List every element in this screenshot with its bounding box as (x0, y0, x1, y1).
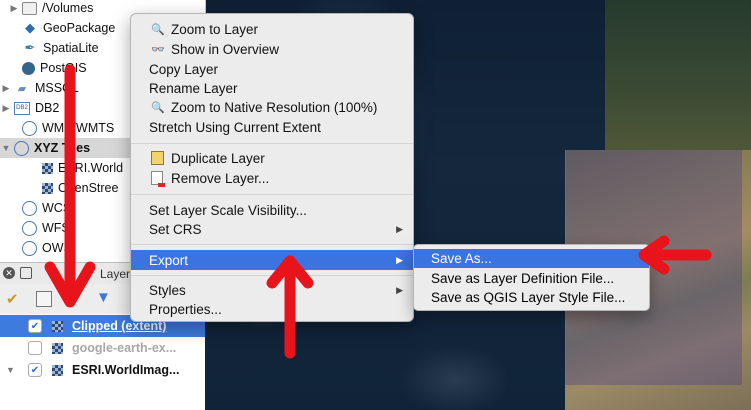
submenu-item-save-qgis-style[interactable]: Save as QGIS Layer Style File... (414, 288, 649, 307)
globe-icon (22, 120, 37, 136)
browser-item-label: SpatiaLite (43, 41, 99, 55)
layer-label: ESRI.WorldImag... (72, 363, 180, 377)
menu-item-label: Copy Layer (149, 61, 219, 77)
layer-row-esri-world-imagery[interactable]: ▼ ✔ ESRI.WorldImag... (0, 359, 205, 381)
db2-icon: DB2 (14, 101, 30, 115)
mssql-icon: ▰ (17, 82, 27, 95)
style-layer-icon[interactable]: ✔ (6, 290, 19, 308)
menu-item-copy-layer[interactable]: Copy Layer (131, 59, 413, 79)
red-arrow-left-icon (638, 235, 712, 275)
expand-arrow-icon[interactable]: ▶ (0, 83, 12, 94)
layer-visibility-checkbox[interactable]: ✔ (28, 363, 42, 377)
menu-item-label: Properties... (149, 301, 222, 317)
submenu-item-label: Save as QGIS Layer Style File... (431, 290, 626, 305)
submenu-item-save-layer-definition[interactable]: Save as Layer Definition File... (414, 269, 649, 288)
browser-item-spatialite[interactable]: ✒ SpatiaLite (8, 38, 99, 58)
expand-arrow-icon[interactable]: ▶ (8, 3, 20, 14)
red-arrow-up-icon (266, 255, 314, 359)
browser-item-label: /Volumes (42, 1, 94, 15)
menu-item-duplicate-layer[interactable]: Duplicate Layer (131, 148, 413, 168)
submenu-arrow-icon: ▶ (396, 254, 403, 265)
native-resolution-icon: 🔍 (151, 101, 165, 114)
menu-separator (131, 194, 413, 195)
globe-icon (22, 240, 37, 256)
submenu-arrow-icon: ▶ (396, 223, 403, 234)
red-arrow-down-icon (44, 64, 96, 308)
menu-item-zoom-native-resolution[interactable]: 🔍 Zoom to Native Resolution (100%) (131, 97, 413, 117)
menu-item-show-in-overview[interactable]: 👓 Show in Overview (131, 39, 413, 59)
close-panel-icon[interactable]: ✕ (3, 267, 15, 279)
folder-icon (22, 1, 37, 15)
globe-icon (14, 140, 29, 156)
collapse-arrow-icon[interactable]: ▼ (6, 365, 15, 375)
menu-separator (131, 244, 413, 245)
layer-row-google-earth[interactable]: google-earth-ex... (0, 337, 205, 359)
float-panel-icon[interactable] (20, 267, 32, 279)
remove-icon (151, 171, 165, 187)
menu-item-label: Show in Overview (171, 41, 280, 57)
menu-item-rename-layer[interactable]: Rename Layer (131, 78, 413, 98)
browser-item-volumes[interactable]: ▶ /Volumes (8, 0, 94, 18)
postgis-icon (22, 61, 35, 75)
menu-item-label: Rename Layer (149, 80, 238, 96)
tile-icon (52, 342, 63, 354)
submenu-arrow-icon: ▶ (396, 284, 403, 295)
menu-item-label: Export (149, 252, 189, 268)
menu-item-label: Zoom to Layer (171, 21, 259, 37)
menu-item-label: Remove Layer... (171, 170, 270, 186)
browser-item-geopackage[interactable]: ◆ GeoPackage (8, 18, 115, 38)
menu-item-label: Duplicate Layer (171, 150, 265, 166)
submenu-item-label: Save As... (431, 251, 492, 266)
menu-item-label: Stretch Using Current Extent (149, 119, 321, 135)
layers-list: ✔ Clipped (extent) google-earth-ex... ▼ … (0, 314, 205, 410)
tile-icon (52, 364, 63, 376)
menu-item-scale-visibility[interactable]: Set Layer Scale Visibility... (131, 200, 413, 220)
tile-icon (52, 320, 63, 332)
menu-item-stretch-current-extent[interactable]: Stretch Using Current Extent (131, 117, 413, 137)
menu-item-remove-layer[interactable]: Remove Layer... (131, 168, 413, 188)
menu-separator (131, 143, 413, 144)
menu-item-label: Set Layer Scale Visibility... (149, 202, 307, 218)
collapse-arrow-icon[interactable]: ▼ (0, 143, 12, 153)
overview-icon: 👓 (151, 43, 165, 56)
menu-item-label: Styles (149, 282, 186, 298)
menu-item-label: Zoom to Native Resolution (100%) (171, 99, 378, 115)
globe-icon (22, 200, 37, 216)
zoom-icon: 🔍 (151, 23, 165, 36)
geopackage-icon: ◆ (25, 20, 35, 35)
layer-visibility-checkbox[interactable] (28, 341, 42, 355)
menu-item-zoom-to-layer[interactable]: 🔍 Zoom to Layer (131, 19, 413, 39)
duplicate-icon (151, 151, 164, 165)
submenu-item-save-as[interactable]: Save As... (414, 249, 649, 268)
globe-icon (22, 220, 37, 236)
layer-label: google-earth-ex... (72, 341, 177, 355)
submenu-item-label: Save as Layer Definition File... (431, 271, 615, 286)
expand-arrow-icon[interactable]: ▶ (0, 103, 12, 114)
menu-item-set-crs[interactable]: Set CRS ▶ (131, 219, 413, 239)
menu-item-label: Set CRS (149, 221, 202, 237)
export-submenu: Save As... Save as Layer Definition File… (413, 244, 650, 311)
spatialite-icon: ✒ (24, 40, 36, 55)
browser-item-label: GeoPackage (43, 21, 116, 35)
